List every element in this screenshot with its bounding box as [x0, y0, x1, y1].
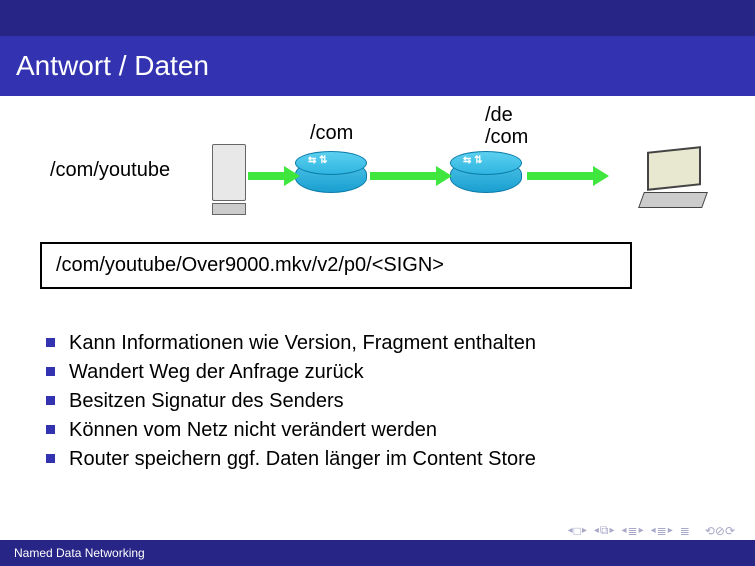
data-path-box: /com/youtube/Over9000.mkv/v2/p0/<SIGN> — [40, 242, 632, 289]
arrow-icon — [248, 172, 286, 180]
footer-title: Named Data Networking — [0, 540, 755, 566]
list-item: Können vom Netz nicht verändert werden — [70, 416, 725, 445]
top-bar — [0, 0, 755, 36]
router-icon: ⇆ ⇅ — [450, 151, 520, 201]
laptop-icon — [647, 149, 705, 208]
nav-first-icon[interactable]: ◂□▸ — [568, 524, 587, 538]
slide-title: Antwort / Daten — [0, 36, 755, 96]
list-item: Besitzen Signatur des Senders — [70, 387, 725, 416]
router2-label: /de /com — [485, 104, 528, 148]
nav-last-icon[interactable]: ≣ — [680, 524, 690, 538]
bullet-list: Kann Informationen wie Version, Fragment… — [70, 329, 725, 474]
server-label: /com/youtube — [50, 159, 170, 182]
server-icon — [212, 144, 244, 214]
list-item: Wandert Weg der Anfrage zurück — [70, 358, 725, 387]
list-item: Router speichern ggf. Daten länger im Co… — [70, 445, 725, 474]
arrow-icon — [527, 172, 595, 180]
nav-prev-icon[interactable]: ◂≣▸ — [622, 524, 644, 538]
slide-content: /com/youtube /com /de /com ⇆ ⇅ ⇆ ⇅ /com/… — [0, 96, 755, 474]
arrow-icon — [370, 172, 438, 180]
nav-next-icon[interactable]: ◂≣▸ — [651, 524, 673, 538]
network-diagram: /com/youtube /com /de /com ⇆ ⇅ ⇆ ⇅ — [30, 104, 725, 234]
nav-undo-icon[interactable]: ⟲⊘⟳ — [705, 524, 735, 538]
list-item: Kann Informationen wie Version, Fragment… — [70, 329, 725, 358]
nav-section-icon[interactable]: ◂⧉▸ — [594, 523, 615, 538]
router-icon: ⇆ ⇅ — [295, 151, 365, 201]
nav-controls: ◂□▸ ◂⧉▸ ◂≣▸ ◂≣▸ ≣ ⟲⊘⟳ — [568, 523, 735, 538]
router1-label: /com — [310, 122, 353, 145]
